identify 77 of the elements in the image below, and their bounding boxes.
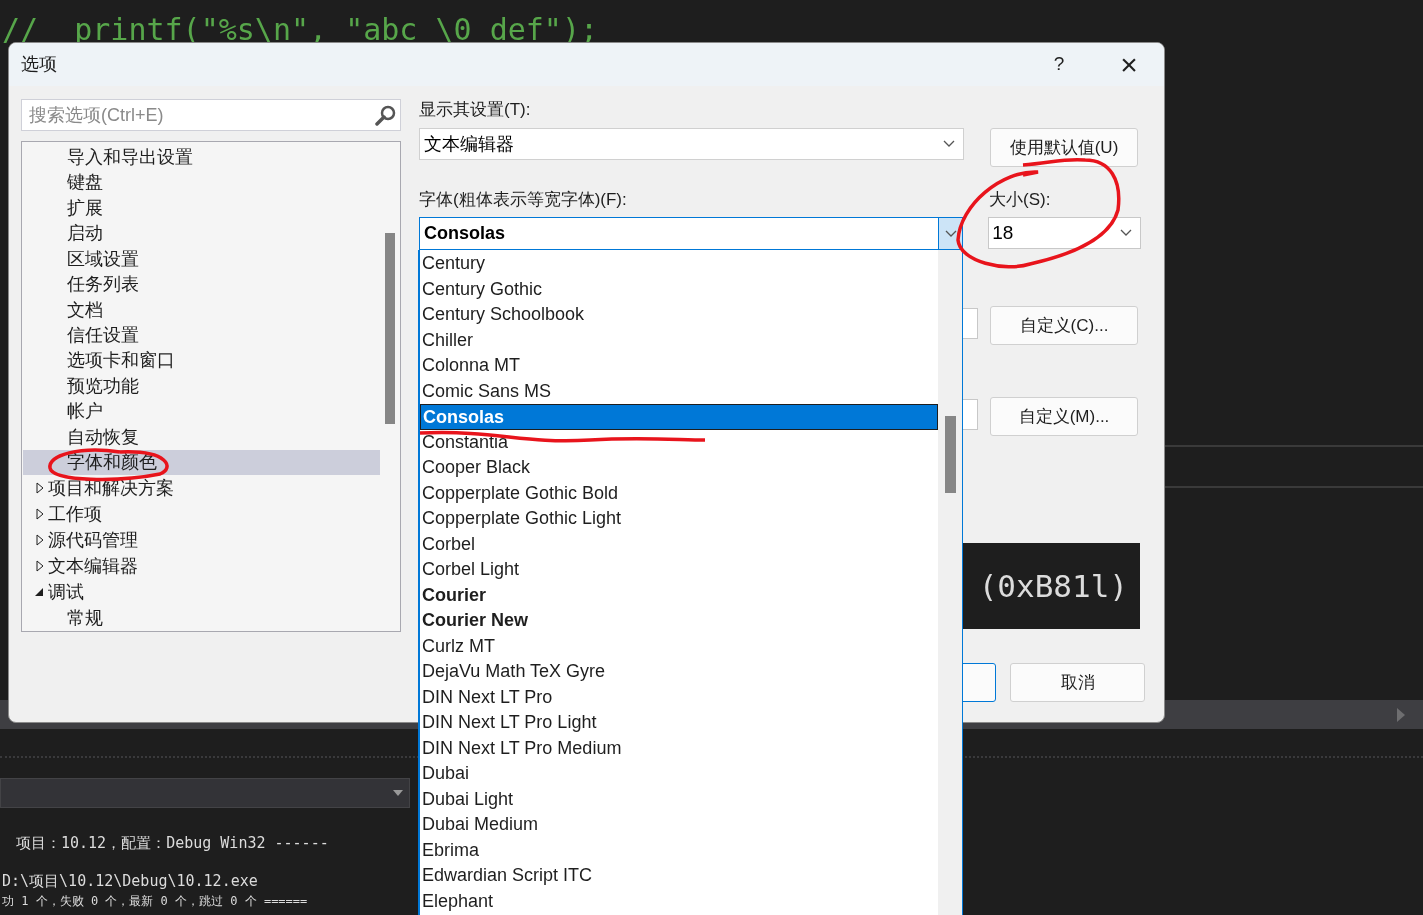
font-option[interactable]: Copperplate Gothic Bold — [420, 480, 938, 506]
tree-item[interactable]: 启动 — [67, 221, 103, 246]
font-option[interactable]: DejaVu Math TeX Gyre — [420, 659, 938, 685]
field-label: 显示其设置(T): — [419, 100, 532, 120]
font-option[interactable]: Dubai — [420, 761, 938, 787]
help-button[interactable]: ? — [1039, 44, 1079, 85]
chevron-down-icon — [944, 229, 957, 238]
size-combobox[interactable]: 18 — [988, 217, 1141, 249]
collapsed-triangle-icon[interactable] — [36, 534, 44, 547]
use-defaults-button[interactable]: 使用默认值(U) — [990, 128, 1138, 167]
tree-item[interactable]: 信任设置 — [67, 323, 139, 347]
font-option[interactable]: Corbel — [420, 531, 938, 557]
font-option[interactable]: Curlz MT — [420, 633, 938, 659]
collapsed-triangle-icon[interactable] — [36, 560, 44, 573]
font-option[interactable]: Comic Sans MS — [420, 378, 938, 404]
field-label: 大小(S): — [989, 190, 1051, 210]
close-button[interactable]: × — [1109, 44, 1149, 85]
font-option[interactable]: Corbel Light — [420, 557, 938, 583]
customize-button[interactable]: 自定义(M)... — [990, 397, 1138, 436]
combobox-value: 文本编辑器 — [424, 132, 515, 156]
tree-item[interactable]: 键盘 — [67, 170, 103, 195]
font-option[interactable]: Dubai Medium — [420, 812, 938, 838]
field-label: 字体(粗体表示等宽字体)(F): — [419, 190, 628, 210]
font-option[interactable]: DIN Next LT Pro Medium — [420, 735, 938, 761]
code-line: // printf("%s\n", "abc \0 def"); — [2, 12, 600, 48]
tree-item[interactable]: 源代码管理 — [48, 528, 138, 553]
font-option[interactable]: Dubai Light — [420, 786, 938, 812]
font-option[interactable]: Elephant — [420, 888, 938, 914]
font-option[interactable]: Consolas — [420, 404, 938, 430]
tree-item[interactable]: 扩展 — [67, 195, 103, 220]
combobox-value: 18 — [992, 220, 1015, 245]
cancel-button[interactable]: 取消 — [1010, 663, 1145, 702]
dropdown-caret-icon — [393, 790, 403, 796]
tree-item[interactable]: 选项卡和窗口 — [67, 348, 175, 373]
tree-item[interactable]: 常规 — [67, 606, 103, 631]
preview-sample: (0xB81l) — [978, 566, 1128, 606]
search-field[interactable]: 搜索选项(Ctrl+E) — [21, 99, 401, 131]
output-line: D:\项目\10.12\Debug\10.12.exe — [2, 871, 259, 892]
scrollbar-thumb[interactable] — [385, 233, 395, 424]
combobox-value: Consolas — [424, 222, 507, 245]
font-option[interactable]: Century Schoolbook — [420, 302, 938, 328]
font-option[interactable]: Colonna MT — [420, 353, 938, 379]
customize-button[interactable]: 自定义(C)... — [990, 306, 1138, 345]
tree-item[interactable]: 调试 — [48, 580, 84, 605]
tree-item[interactable]: 自动恢复 — [67, 424, 139, 449]
font-option[interactable]: Cooper Black — [420, 455, 938, 481]
settings-combobox[interactable]: 文本编辑器 — [419, 128, 964, 160]
tree-item[interactable]: 导入和导出设置 — [67, 144, 193, 169]
output-line: 项目：10.12，配置：Debug Win32 ------ — [16, 833, 329, 854]
dialog-title: 选项 — [21, 53, 57, 76]
font-option[interactable]: Courier — [420, 582, 938, 608]
collapsed-triangle-icon[interactable] — [36, 482, 44, 495]
tree-item[interactable]: 帐户 — [67, 399, 103, 424]
font-option[interactable]: Edwardian Script ITC — [420, 863, 938, 889]
font-option[interactable]: Ebrima — [420, 837, 938, 863]
scrollbar-thumb[interactable] — [944, 416, 956, 493]
tree-item[interactable]: 文档 — [67, 297, 103, 322]
font-option[interactable]: Century — [420, 251, 938, 277]
font-option[interactable]: DIN Next LT Pro Light — [420, 710, 938, 736]
tree-item[interactable]: 文本编辑器 — [48, 554, 138, 579]
font-combobox[interactable]: Consolas — [419, 217, 964, 250]
collapsed-triangle-icon[interactable] — [36, 508, 44, 521]
font-option[interactable]: Chiller — [420, 327, 938, 353]
output-line: 功 1 个，失败 0 个，最新 0 个，跳过 0 个 ====== — [2, 894, 309, 909]
search-icon[interactable] — [375, 104, 397, 126]
font-option[interactable]: Copperplate Gothic Light — [420, 506, 938, 532]
chevron-down-icon — [943, 140, 955, 148]
tree-item[interactable]: 区域设置 — [67, 246, 139, 271]
font-option[interactable]: Constantia — [420, 429, 938, 455]
expanded-triangle-icon[interactable] — [34, 587, 44, 598]
tree-item[interactable]: 任务列表 — [67, 272, 139, 297]
font-option[interactable]: DIN Next LT Pro — [420, 684, 938, 710]
tree-item[interactable]: 工作项 — [48, 502, 102, 527]
font-option[interactable]: Century Gothic — [420, 276, 938, 302]
font-option[interactable]: Courier New — [420, 608, 938, 634]
tree-item[interactable]: 预览功能 — [67, 373, 139, 398]
chevron-down-icon — [1120, 229, 1132, 237]
